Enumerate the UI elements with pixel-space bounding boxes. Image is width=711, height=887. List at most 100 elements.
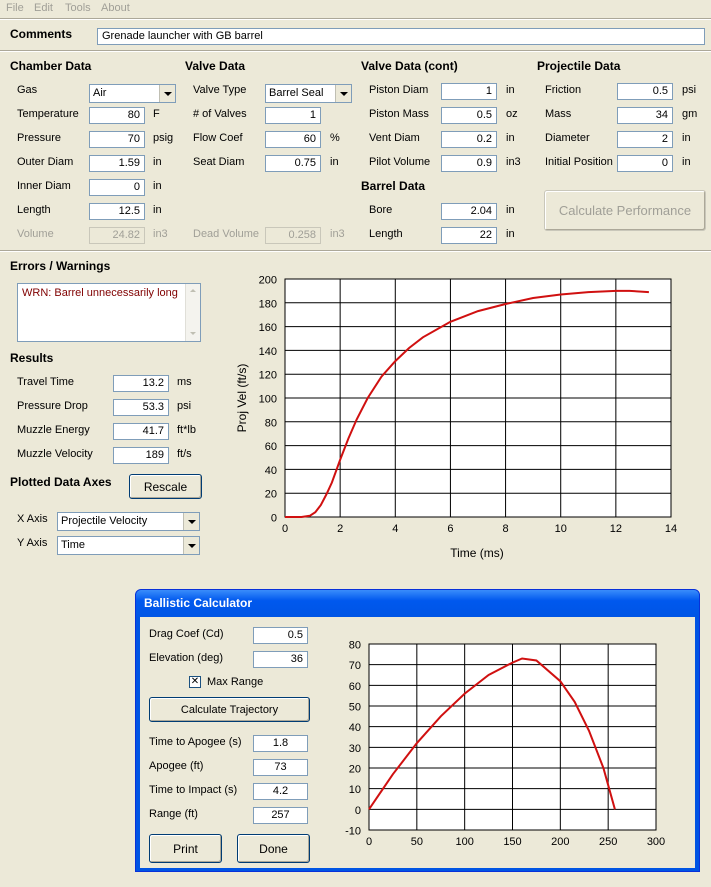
velocity-y-tick-label: 100 [259, 394, 277, 406]
chevron-down-icon[interactable] [183, 537, 199, 554]
pressure-input[interactable]: 70 [89, 131, 145, 148]
pilot-volume-unit: in3 [506, 156, 521, 168]
velocity-x-tick-label: 2 [337, 523, 343, 535]
inner-diam-input[interactable]: 0 [89, 179, 145, 196]
apogee-value: 73 [253, 759, 308, 776]
menu-file[interactable]: File [6, 1, 24, 15]
pilot-volume-label: Pilot Volume [369, 156, 431, 168]
x-axis-select[interactable]: Projectile Velocity [57, 512, 200, 531]
mass-input[interactable]: 34 [617, 107, 673, 124]
scroll-up-icon[interactable] [186, 284, 200, 298]
piston-diam-unit: in [506, 84, 515, 96]
drag-coef-input[interactable]: 0.5 [253, 627, 308, 644]
volume-unit: in3 [153, 228, 168, 240]
bore-unit: in [506, 204, 515, 216]
velocity-x-tick-label: 10 [555, 523, 567, 535]
mass-unit: gm [682, 108, 698, 120]
bore-input[interactable]: 2.04 [441, 203, 497, 220]
outer-diam-unit: in [153, 156, 162, 168]
dialog-title-bar[interactable]: Ballistic Calculator [136, 590, 699, 617]
trajectory-x-tick-label: 50 [411, 836, 423, 848]
errors-textarea[interactable]: WRN: Barrel unnecessarily long [17, 283, 201, 342]
inner-diam-label: Inner Diam [17, 180, 71, 192]
friction-unit: psi [682, 84, 697, 96]
velocity-x-tick-label: 14 [665, 523, 677, 535]
pressure-drop-label: Pressure Drop [17, 400, 88, 412]
y-axis-select[interactable]: Time [57, 536, 200, 555]
valve-type-select[interactable]: Barrel Seal [265, 84, 352, 103]
pressure-drop-unit: psi [177, 400, 192, 412]
piston-diam-input[interactable]: 1 [441, 83, 497, 100]
outer-diam-input[interactable]: 1.59 [89, 155, 145, 172]
trajectory-y-tick-label: 80 [349, 640, 361, 652]
flow-coef-unit: % [330, 132, 340, 144]
diameter-label: Diameter [545, 132, 590, 144]
trajectory-y-tick-label: 40 [349, 722, 361, 734]
calculate-trajectory-button[interactable]: Calculate Trajectory [149, 697, 310, 722]
max-range-checkbox[interactable]: ✕ [189, 676, 201, 688]
trajectory-y-tick-label: 30 [349, 743, 361, 755]
seat-diam-input[interactable]: 0.75 [265, 155, 321, 172]
chevron-down-icon[interactable] [183, 513, 199, 530]
trajectory-x-tick-label: 100 [455, 836, 473, 848]
separator [0, 250, 711, 252]
barrel-length-input[interactable]: 22 [441, 227, 497, 244]
initial-position-unit: in [682, 156, 691, 168]
trajectory-y-tick-label: -10 [345, 826, 361, 838]
chevron-down-icon[interactable] [159, 85, 175, 102]
range-value: 257 [253, 807, 308, 824]
trajectory-y-tick-label: 10 [349, 784, 361, 796]
comments-input[interactable]: Grenade launcher with GB barrel [97, 28, 705, 45]
done-button[interactable]: Done [237, 834, 310, 863]
ballistic-calculator-dialog: Ballistic Calculator Drag Coef (Cd) 0.5 … [135, 589, 700, 872]
mass-label: Mass [545, 108, 572, 120]
velocity-y-tick-label: 140 [259, 346, 277, 358]
dead-volume-unit: in3 [330, 228, 345, 240]
chamber-length-unit: in [153, 204, 162, 216]
trajectory-y-tick-label: 50 [349, 702, 361, 714]
rescale-button[interactable]: Rescale [129, 474, 202, 499]
piston-mass-input[interactable]: 0.5 [441, 107, 497, 124]
velocity-x-tick-label: 6 [447, 523, 453, 535]
elevation-input[interactable]: 36 [253, 651, 308, 668]
trajectory-y-tick-label: 70 [349, 660, 361, 672]
vent-diam-input[interactable]: 0.2 [441, 131, 497, 148]
menu-bar: File Edit Tools About [0, 0, 711, 17]
pressure-drop-value: 53.3 [113, 399, 169, 416]
trajectory-y-tick-label: 20 [349, 764, 361, 776]
barrel-title: Barrel Data [361, 179, 426, 193]
temperature-input[interactable]: 80 [89, 107, 145, 124]
dialog-title: Ballistic Calculator [144, 596, 253, 610]
temperature-label: Temperature [17, 108, 79, 120]
separator [0, 18, 711, 20]
chamber-length-input[interactable]: 12.5 [89, 203, 145, 220]
menu-about[interactable]: About [101, 1, 130, 15]
velocity-y-tick-label: 80 [265, 417, 277, 429]
y-axis-label: Y Axis [17, 537, 48, 549]
valve-title: Valve Data [185, 59, 246, 73]
velocity-x-tick-label: 4 [392, 523, 398, 535]
pilot-volume-input[interactable]: 0.9 [441, 155, 497, 172]
friction-input[interactable]: 0.5 [617, 83, 673, 100]
gas-select[interactable]: Air [89, 84, 176, 103]
menu-tools[interactable]: Tools [65, 1, 91, 15]
barrel-length-unit: in [506, 228, 515, 240]
muzzle-energy-value: 41.7 [113, 423, 169, 440]
trajectory-x-tick-label: 250 [599, 836, 617, 848]
velocity-y-tick-label: 40 [265, 465, 277, 477]
initial-position-input[interactable]: 0 [617, 155, 673, 172]
menu-edit[interactable]: Edit [34, 1, 53, 15]
drag-coef-label: Drag Coef (Cd) [149, 628, 224, 640]
inner-diam-unit: in [153, 180, 162, 192]
time-to-apogee-value: 1.8 [253, 735, 308, 752]
chevron-down-icon[interactable] [335, 85, 351, 102]
pressure-label: Pressure [17, 132, 62, 144]
trajectory-y-tick-label: 0 [355, 805, 361, 817]
flow-coef-input[interactable]: 60 [265, 131, 321, 148]
diameter-input[interactable]: 2 [617, 131, 673, 148]
scroll-down-icon[interactable] [186, 327, 200, 341]
errors-scrollbar[interactable] [185, 284, 200, 341]
num-valves-input[interactable]: 1 [265, 107, 321, 124]
calculate-performance-button[interactable]: Calculate Performance [544, 190, 706, 231]
print-button[interactable]: Print [149, 834, 222, 863]
